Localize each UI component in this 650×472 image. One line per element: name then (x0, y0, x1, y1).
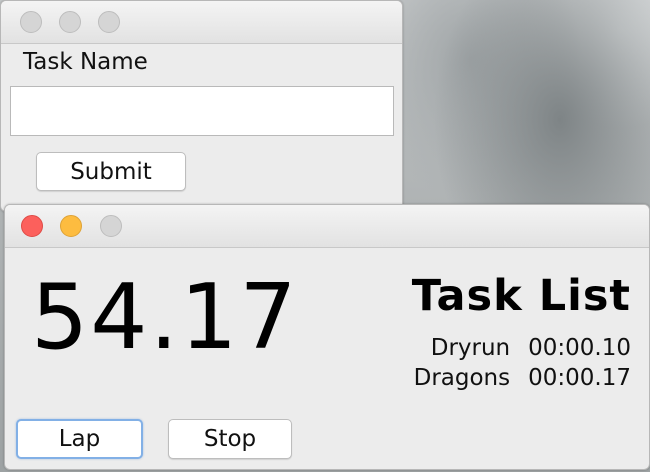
lap-button[interactable]: Lap (16, 419, 143, 459)
timer-titlebar[interactable] (5, 205, 649, 248)
minimize-button[interactable] (59, 11, 81, 33)
zoom-button[interactable] (98, 11, 120, 33)
task-list-title: Task List (411, 271, 631, 321)
task-list: Dryrun 00:00.10 Dragons 00:00.17 (414, 333, 631, 393)
task-item-time: 00:00.10 (528, 335, 631, 361)
stop-button[interactable]: Stop (168, 419, 292, 459)
task-item-name: Dryrun (430, 335, 511, 361)
task-item-time: 00:00.17 (528, 365, 631, 391)
task-item-name: Dragons (413, 365, 511, 391)
list-item: Dryrun 00:00.10 (414, 333, 631, 363)
task-entry-titlebar[interactable] (1, 1, 402, 44)
submit-button[interactable]: Submit (36, 152, 186, 191)
task-entry-window: Task Name Submit (0, 0, 403, 212)
timer-window: 54.17 Task List Dryrun 00:00.10 Dragons 00… (4, 204, 650, 470)
minimize-button[interactable] (60, 215, 82, 237)
list-item: Dragons 00:00.17 (414, 363, 631, 393)
task-name-label: Task Name (23, 49, 148, 75)
timer-display: 54.17 (31, 265, 299, 370)
task-name-input[interactable] (10, 86, 394, 136)
close-button[interactable] (20, 11, 42, 33)
zoom-button[interactable] (100, 215, 122, 237)
close-button[interactable] (21, 215, 43, 237)
